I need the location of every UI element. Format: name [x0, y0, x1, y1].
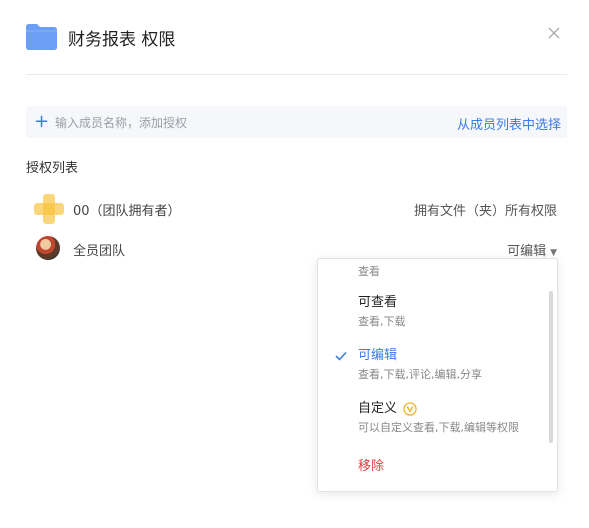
owner-name: 00（团队拥有者）	[73, 204, 181, 219]
menu-option-view[interactable]: 可查看 查看,下载	[358, 294, 543, 330]
menu-scrollbar[interactable]	[549, 291, 553, 443]
checkmark-icon	[335, 351, 347, 361]
avatar	[36, 236, 60, 260]
caret-down-icon: ▼	[550, 248, 557, 258]
option-title-row: 自定义	[358, 400, 543, 418]
vip-icon	[403, 401, 417, 416]
option-title: 可编辑	[358, 348, 398, 363]
member-search-input[interactable]	[53, 112, 357, 134]
option-desc: 查看,下载,评论,编辑,分享	[358, 368, 482, 381]
folder-icon	[26, 24, 57, 50]
permission-dropdown-value: 可编辑	[507, 244, 547, 259]
menu-option-edit[interactable]: 可编辑 查看,下载,评论,编辑,分享	[358, 347, 543, 383]
close-icon[interactable]	[547, 26, 561, 40]
auth-row-owner: 00（团队拥有者） 拥有文件（夹）所有权限	[26, 194, 557, 224]
auth-list-label: 授权列表	[26, 161, 79, 176]
option-title: 可查看	[358, 295, 398, 310]
option-title: 移除	[358, 459, 385, 474]
menu-option-custom[interactable]: 自定义 可以自定义查看,下载,编辑等权限	[358, 400, 543, 436]
team-logo-icon	[34, 194, 64, 224]
option-desc: 可以自定义查看,下载,编辑等权限	[358, 421, 519, 434]
option-desc: 查看	[358, 265, 380, 278]
permission-dropdown[interactable]: 可编辑 ▼	[507, 240, 557, 259]
option-title: 自定义	[358, 401, 398, 416]
dialog-header: 财务报表 权限	[26, 22, 569, 52]
add-member-bar: + 从成员列表中选择	[26, 106, 567, 138]
pick-from-member-list-link[interactable]: 从成员列表中选择	[457, 114, 561, 133]
permission-menu: 查看 可查看 查看,下载 可编辑 查看,下载,评论,编辑,分享 自定义 可以自定…	[317, 258, 558, 492]
menu-option-remove[interactable]: 移除	[358, 458, 543, 476]
plus-icon[interactable]: +	[34, 113, 49, 131]
team-name: 全员团队	[73, 244, 126, 259]
header-divider	[26, 74, 567, 75]
menu-option-partial[interactable]: 查看	[358, 262, 543, 280]
option-desc: 查看,下载	[358, 315, 406, 328]
owner-permission: 拥有文件（夹）所有权限	[413, 204, 557, 219]
dialog-title: 财务报表 权限	[68, 30, 176, 50]
